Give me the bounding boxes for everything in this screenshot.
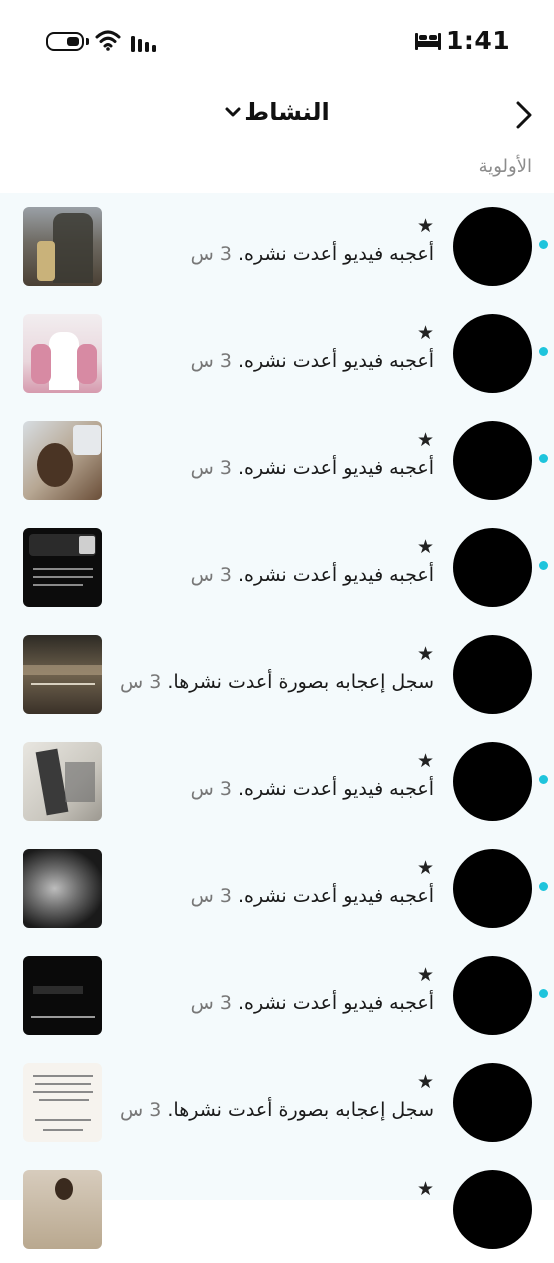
activity-time: 3 س <box>190 350 232 372</box>
list-item[interactable]: ★ أعجبه فيديو أعدت نشره. 3 س <box>0 835 554 942</box>
list-item[interactable]: ★ أعجبه فيديو أعدت نشره. 3 س <box>0 514 554 621</box>
activity-message: سجل إعجابه بصورة أعدت نشرها. <box>167 1099 434 1121</box>
activity-message: أعجبه فيديو أعدت نشره. <box>237 564 434 586</box>
avatar[interactable] <box>453 528 532 607</box>
unread-dot <box>539 561 548 570</box>
avatar[interactable] <box>453 956 532 1035</box>
activity-text: أعجبه فيديو أعدت نشره. 3 س <box>191 457 434 479</box>
activity-message: سجل إعجابه بصورة أعدت نشرها. <box>167 671 434 693</box>
avatar[interactable] <box>453 635 532 714</box>
star-icon: ★ <box>416 429 434 451</box>
battery-icon <box>46 32 84 51</box>
unread-dot <box>539 240 548 249</box>
star-icon: ★ <box>416 536 434 558</box>
section-label: الأولوية <box>478 156 532 177</box>
activity-text: أعجبه فيديو أعدت نشره. 3 س <box>191 350 434 372</box>
list-item[interactable]: ★ سجل إعجابه بصورة أعدت نشرها. 3 س <box>0 621 554 728</box>
activity-time: 3 س <box>190 778 232 800</box>
list-item[interactable]: ★ أعجبه فيديو أعدت نشره. 3 س <box>0 407 554 514</box>
activity-message: أعجبه فيديو أعدت نشره. <box>237 992 434 1014</box>
star-icon: ★ <box>416 215 434 237</box>
activity-text: سجل إعجابه بصورة أعدت نشرها. 3 س <box>120 671 434 693</box>
avatar[interactable] <box>453 421 532 500</box>
activity-text: أعجبه فيديو أعدت نشره. 3 س <box>191 564 434 586</box>
activity-time: 3 س <box>119 671 162 693</box>
activity-time: 3 س <box>190 992 232 1014</box>
thumbnail[interactable] <box>23 956 102 1035</box>
status-time: 1:41 <box>446 26 511 55</box>
battery-tip <box>86 38 89 45</box>
thumbnail[interactable] <box>23 849 102 928</box>
list-item[interactable]: ★ أعجبه فيديو أعدت نشره. 3 س <box>0 942 554 1049</box>
header: النشاط <box>0 84 554 146</box>
activity-message: أعجبه فيديو أعدت نشره. <box>237 457 434 479</box>
activity-time: 3 س <box>190 243 232 265</box>
star-icon: ★ <box>416 322 434 344</box>
wifi-icon <box>95 30 121 51</box>
list-item[interactable]: ★ سجل إعجابه بصورة أعدت نشرها. 3 س <box>0 1049 554 1156</box>
list-item[interactable]: ★ أعجبه فيديو أعدت نشره. 3 س <box>0 728 554 835</box>
star-icon: ★ <box>416 1178 434 1200</box>
list-item[interactable]: ★ أعجبه فيديو أعدت نشره. 3 س <box>0 193 554 300</box>
thumbnail[interactable] <box>23 742 102 821</box>
bed-icon <box>415 33 441 50</box>
star-icon: ★ <box>416 1071 434 1093</box>
thumbnail[interactable] <box>23 1063 102 1142</box>
activity-text: أعجبه فيديو أعدت نشره. 3 س <box>191 778 434 800</box>
thumbnail[interactable] <box>23 1170 102 1249</box>
thumbnail[interactable] <box>23 314 102 393</box>
avatar[interactable] <box>453 314 532 393</box>
star-icon: ★ <box>416 643 434 665</box>
title-dropdown[interactable]: النشاط <box>0 98 554 126</box>
unread-dot <box>539 775 548 784</box>
unread-dot <box>539 347 548 356</box>
activity-list: ★ أعجبه فيديو أعدت نشره. 3 س ★ أعجبه فيد… <box>0 193 554 1249</box>
list-item[interactable]: ★ <box>0 1156 554 1263</box>
activity-text: سجل إعجابه بصورة أعدت نشرها. 3 س <box>120 1099 434 1121</box>
activity-text: أعجبه فيديو أعدت نشره. 3 س <box>191 992 434 1014</box>
activity-message: أعجبه فيديو أعدت نشره. <box>237 350 434 372</box>
star-icon: ★ <box>416 857 434 879</box>
status-bar: 1:41 <box>0 0 554 84</box>
unread-dot <box>539 989 548 998</box>
activity-time: 3 س <box>190 564 232 586</box>
avatar[interactable] <box>453 742 532 821</box>
thumbnail[interactable] <box>23 421 102 500</box>
list-item[interactable]: ★ أعجبه فيديو أعدت نشره. 3 س <box>0 300 554 407</box>
activity-text: أعجبه فيديو أعدت نشره. 3 س <box>191 885 434 907</box>
star-icon: ★ <box>416 964 434 986</box>
chevron-down-icon <box>225 107 241 117</box>
star-icon: ★ <box>416 750 434 772</box>
avatar[interactable] <box>453 849 532 928</box>
avatar[interactable] <box>453 1170 532 1249</box>
activity-text: أعجبه فيديو أعدت نشره. 3 س <box>191 243 434 265</box>
avatar[interactable] <box>453 1063 532 1142</box>
unread-dot <box>539 454 548 463</box>
activity-time: 3 س <box>119 1099 162 1121</box>
activity-message: أعجبه فيديو أعدت نشره. <box>237 885 434 907</box>
activity-message: أعجبه فيديو أعدت نشره. <box>237 243 434 265</box>
activity-time: 3 س <box>190 885 232 907</box>
activity-time: 3 س <box>190 457 232 479</box>
thumbnail[interactable] <box>23 207 102 286</box>
unread-dot <box>539 882 548 891</box>
signal-icon <box>131 36 156 52</box>
avatar[interactable] <box>453 207 532 286</box>
activity-message: أعجبه فيديو أعدت نشره. <box>237 778 434 800</box>
page-title: النشاط <box>244 98 330 126</box>
thumbnail[interactable] <box>23 635 102 714</box>
thumbnail[interactable] <box>23 528 102 607</box>
